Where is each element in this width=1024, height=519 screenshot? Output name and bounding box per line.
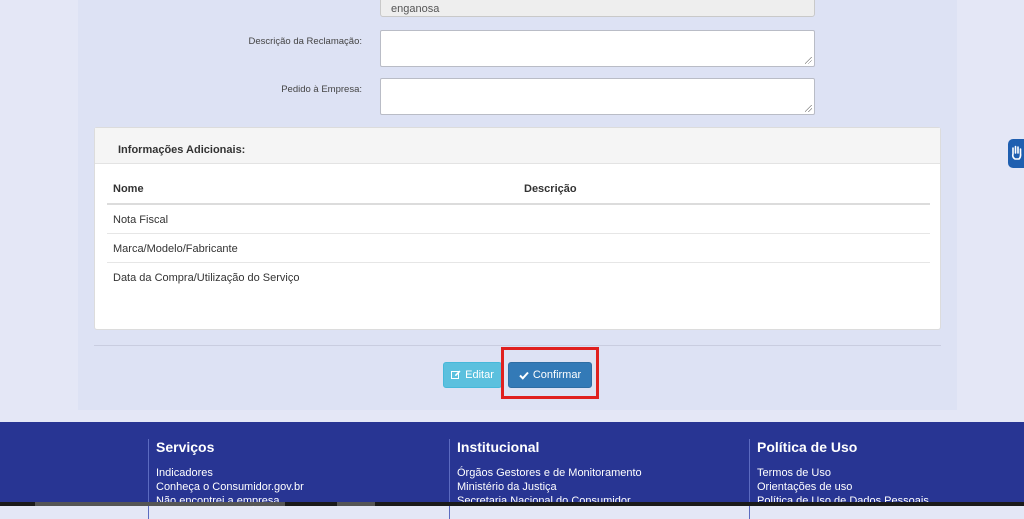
pedido-label: Pedido à Empresa: [281, 84, 362, 95]
resize-grip-icon[interactable] [805, 57, 812, 64]
resize-grip-icon[interactable] [805, 105, 812, 112]
previous-field-value: enganosa [391, 3, 440, 15]
taskbar-strip [0, 502, 1024, 506]
column-descricao: Descrição [524, 183, 577, 195]
footer-politica: Política de Uso Termos de Uso Orientaçõe… [749, 439, 929, 519]
table-row: Marca/Modelo/Fabricante [107, 234, 930, 263]
table-header: Nome Descrição [107, 175, 930, 205]
footer: Serviços Indicadores Conheça o Consumido… [0, 422, 1024, 519]
footer-institucional-title: Institucional [457, 439, 540, 455]
footer-servicos-title: Serviços [156, 439, 215, 455]
row-nome: Data da Compra/Utilização do Serviço [113, 272, 300, 284]
footer-institucional: Institucional Órgãos Gestores e de Monit… [449, 439, 642, 519]
footer-link[interactable]: Conheça o Consumidor.gov.br [156, 480, 304, 494]
info-table: Nome Descrição Nota Fiscal Marca/Modelo/… [107, 175, 930, 291]
hand-icon [1011, 145, 1022, 160]
accessibility-widget[interactable] [1008, 139, 1024, 168]
column-nome: Nome [113, 183, 144, 195]
descricao-label: Descrição da Reclamação: [248, 36, 362, 47]
editar-label: Editar [465, 369, 494, 381]
highlight-box [501, 347, 599, 399]
previous-field[interactable]: enganosa [380, 0, 815, 17]
footer-servicos: Serviços Indicadores Conheça o Consumido… [148, 439, 304, 519]
taskbar-segment [35, 502, 285, 506]
table-row: Nota Fiscal [107, 205, 930, 234]
info-panel-title: Informações Adicionais: [95, 128, 940, 164]
footer-link[interactable]: Órgãos Gestores e de Monitoramento [457, 466, 642, 480]
footer-link[interactable]: Ministério da Justiça [457, 480, 642, 494]
footer-link[interactable]: Termos de Uso [757, 466, 929, 480]
row-nome: Nota Fiscal [113, 214, 169, 226]
edit-icon [451, 370, 461, 379]
footer-link[interactable]: Indicadores [156, 466, 304, 480]
pedido-textarea[interactable] [380, 78, 815, 115]
divider [94, 345, 941, 346]
editar-button[interactable]: Editar [443, 362, 502, 388]
descricao-textarea[interactable] [380, 30, 815, 67]
table-row: Data da Compra/Utilização do Serviço [107, 263, 930, 291]
info-panel: Informações Adicionais: Nome Descrição N… [94, 127, 941, 330]
footer-link[interactable]: Orientações de uso [757, 480, 929, 494]
footer-politica-title: Política de Uso [757, 439, 858, 455]
row-nome: Marca/Modelo/Fabricante [113, 243, 238, 255]
taskbar-segment [337, 502, 375, 506]
